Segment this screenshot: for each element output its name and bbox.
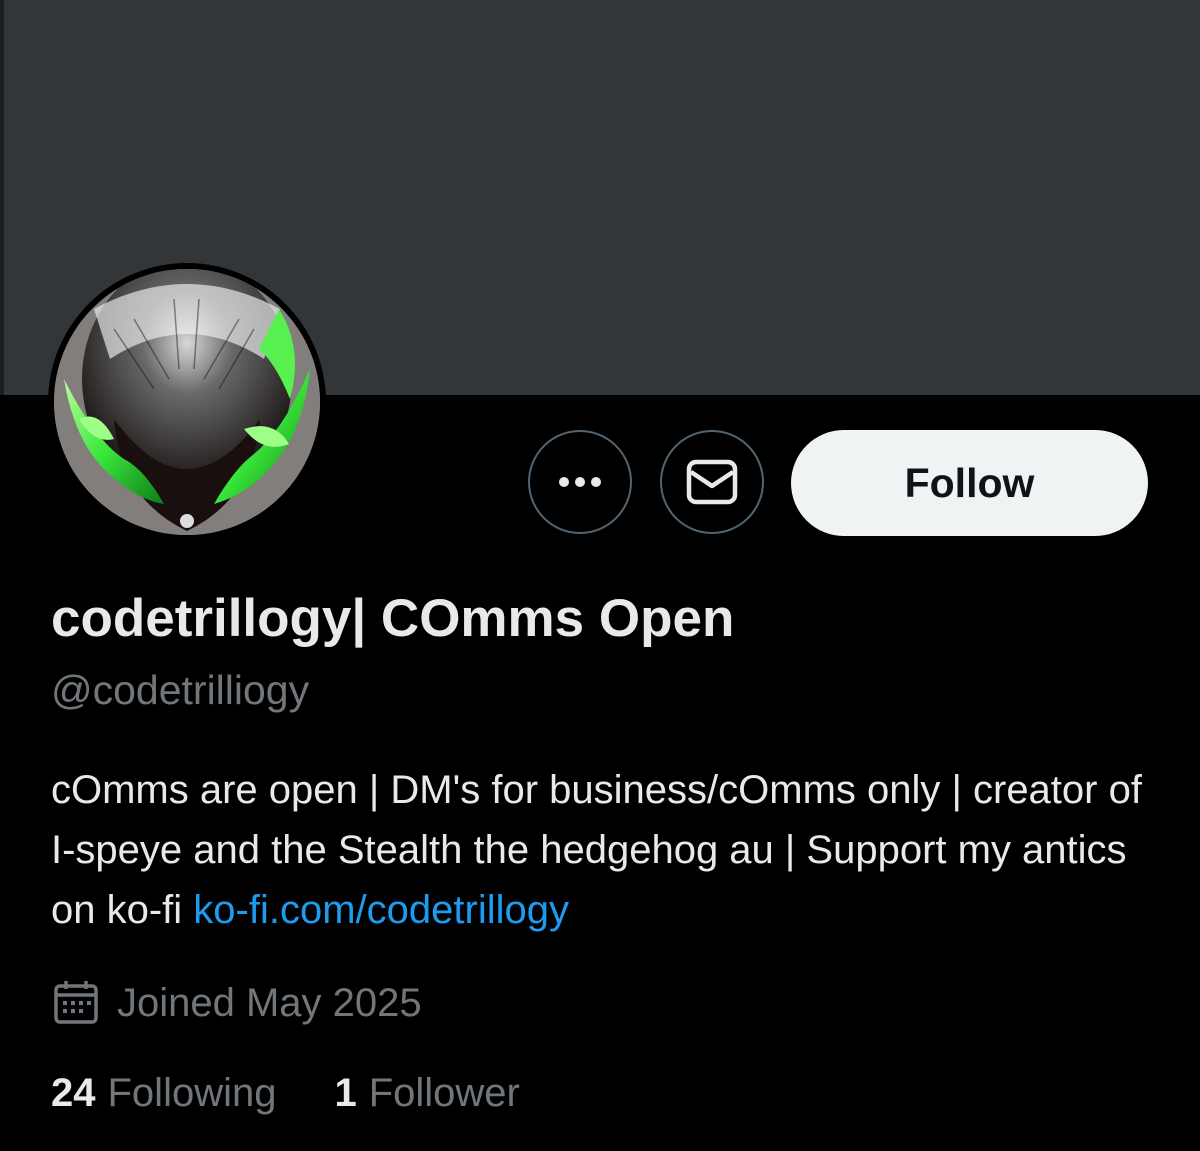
display-name: codetrillogy| COmms Open [51, 589, 735, 648]
envelope-icon [686, 459, 738, 505]
avatar-image [54, 269, 320, 535]
bio-link[interactable]: ko-fi.com/codetrillogy [193, 888, 569, 932]
profile-handle: @codetrilliogy [51, 667, 310, 713]
profile-stats: 24 Following 1 Follower [51, 1071, 520, 1116]
profile-bio: cOmms are open | DM's for business/cOmms… [51, 760, 1161, 940]
joined-label: Joined May 2025 [117, 980, 422, 1025]
following-label: Following [107, 1071, 277, 1115]
banner-edge [0, 0, 4, 395]
followers-link[interactable]: 1 Follower [334, 1071, 519, 1116]
calendar-icon [54, 981, 98, 1024]
joined-date: Joined May 2025 [51, 975, 422, 1031]
following-count: 24 [51, 1071, 96, 1115]
more-options-button[interactable] [528, 430, 632, 534]
avatar[interactable] [48, 263, 326, 541]
followers-label: Follower [368, 1071, 520, 1115]
more-horizontal-icon [559, 477, 601, 487]
following-link[interactable]: 24 Following [51, 1071, 276, 1116]
follow-button[interactable]: Follow [791, 430, 1148, 536]
message-button[interactable] [660, 430, 764, 534]
followers-count: 1 [334, 1071, 357, 1115]
